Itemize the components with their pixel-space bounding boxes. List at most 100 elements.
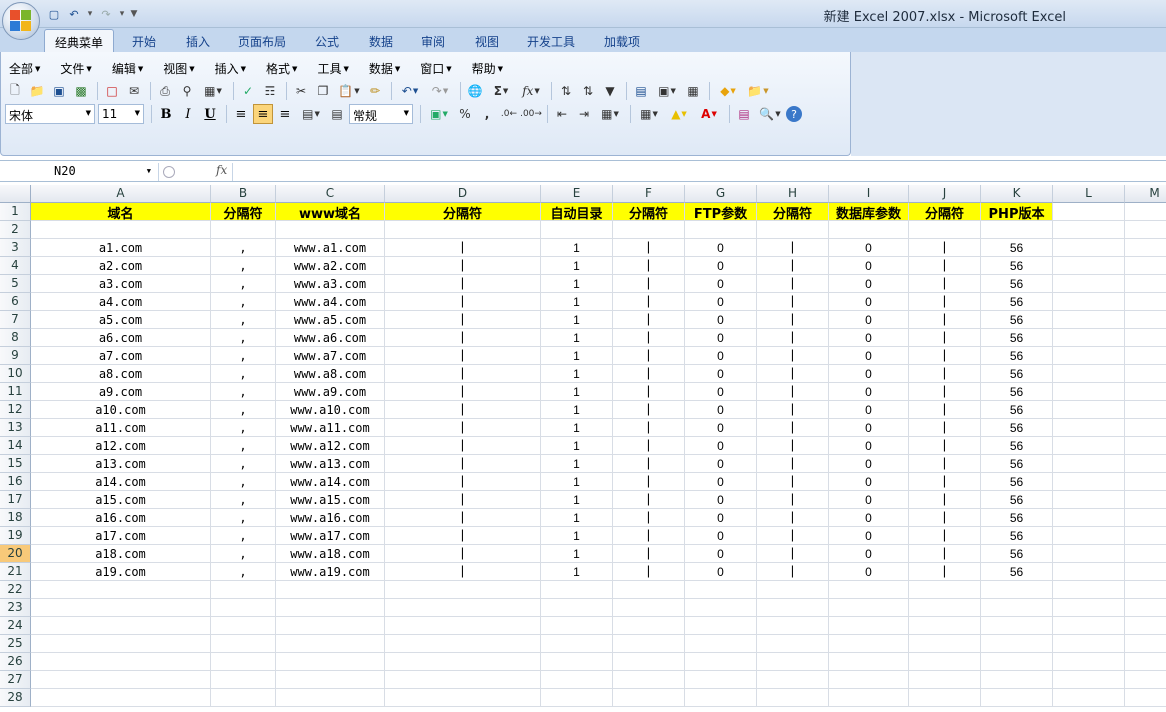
row-header-23[interactable]: 23	[0, 599, 31, 617]
grid-cell[interactable]: |	[909, 383, 981, 401]
grid-cell[interactable]: |	[385, 383, 541, 401]
grid-cell[interactable]: |	[757, 473, 829, 491]
grid-cell[interactable]	[1053, 563, 1125, 581]
grid-cell[interactable]	[981, 671, 1053, 689]
grid-cell[interactable]: a17.com	[31, 527, 211, 545]
grid-cell[interactable]: |	[909, 491, 981, 509]
header-cell[interactable]: 分隔符	[909, 203, 981, 221]
sort-descending-icon[interactable]: ⇅	[578, 81, 598, 101]
grid-cell[interactable]: |	[385, 275, 541, 293]
grid-cell[interactable]	[1125, 419, 1166, 437]
tab-review[interactable]: 审阅	[411, 29, 455, 52]
new-file-icon[interactable]: 🗋	[5, 81, 25, 101]
formula-input[interactable]	[232, 163, 1162, 181]
menu-insert[interactable]: 插入 ▼	[215, 57, 246, 79]
tab-insert[interactable]: 插入	[176, 29, 220, 52]
grid-cell[interactable]: |	[909, 293, 981, 311]
grid-cell[interactable]: 0	[829, 365, 909, 383]
open-folder-icon[interactable]: 📁	[27, 81, 47, 101]
grid-cell[interactable]: www.a18.com	[276, 545, 385, 563]
italic-button[interactable]: I	[178, 104, 198, 124]
grid-cell[interactable]: |	[385, 311, 541, 329]
row-header-24[interactable]: 24	[0, 617, 31, 635]
grid-cell[interactable]: www.a10.com	[276, 401, 385, 419]
column-header-h[interactable]: H	[757, 185, 829, 203]
row-header-20[interactable]: 20	[0, 545, 31, 563]
grid-cell[interactable]	[276, 671, 385, 689]
grid-cell[interactable]	[385, 635, 541, 653]
cell-styles-icon[interactable]: ▦ ▼	[596, 104, 624, 124]
column-header-b[interactable]: B	[211, 185, 276, 203]
row-header-14[interactable]: 14	[0, 437, 31, 455]
grid-cell[interactable]: 0	[829, 563, 909, 581]
grid-cell[interactable]: a5.com	[31, 311, 211, 329]
grid-cell[interactable]	[1125, 401, 1166, 419]
spelling-icon[interactable]: ✓	[238, 81, 258, 101]
grid-cell[interactable]	[1125, 239, 1166, 257]
grid-cell[interactable]	[829, 653, 909, 671]
grid-cell[interactable]: 56	[981, 311, 1053, 329]
grid-cell[interactable]	[829, 221, 909, 239]
grid-cell[interactable]	[276, 617, 385, 635]
grid-cell[interactable]: |	[613, 509, 685, 527]
grid-cell[interactable]: 0	[829, 437, 909, 455]
grid-cell[interactable]	[685, 617, 757, 635]
grid-cell[interactable]	[1125, 383, 1166, 401]
tab-add-ins[interactable]: 加载项	[594, 29, 650, 52]
grid-cell[interactable]	[685, 689, 757, 707]
grid-cell[interactable]: 0	[685, 329, 757, 347]
grid-cell[interactable]	[1053, 473, 1125, 491]
column-header-g[interactable]: G	[685, 185, 757, 203]
grid-cell[interactable]	[613, 617, 685, 635]
expand-circle-icon[interactable]	[163, 166, 175, 178]
grid-cell[interactable]: |	[909, 347, 981, 365]
grid-cell[interactable]: 0	[829, 275, 909, 293]
redo-dropdown-icon[interactable]: ▾	[118, 9, 126, 19]
grid-cell[interactable]: www.a19.com	[276, 563, 385, 581]
grid-cell[interactable]	[1053, 599, 1125, 617]
grid-cell[interactable]: a19.com	[31, 563, 211, 581]
grid-cell[interactable]	[685, 581, 757, 599]
grid-cell[interactable]	[1125, 563, 1166, 581]
table-style-icon[interactable]: ▤	[734, 104, 754, 124]
grid-cell[interactable]	[541, 599, 613, 617]
grid-cell[interactable]: ,	[211, 455, 276, 473]
grid-cell[interactable]: 0	[829, 329, 909, 347]
row-header-15[interactable]: 15	[0, 455, 31, 473]
grid-cell[interactable]	[1125, 617, 1166, 635]
grid-cell[interactable]	[1053, 671, 1125, 689]
grid-cell[interactable]: 0	[685, 293, 757, 311]
grid-cell[interactable]	[613, 221, 685, 239]
column-header-m[interactable]: M	[1125, 185, 1166, 203]
grid-cell[interactable]	[1125, 437, 1166, 455]
grid-cell[interactable]	[31, 635, 211, 653]
grid-cell[interactable]: www.a12.com	[276, 437, 385, 455]
grid-cell[interactable]	[541, 689, 613, 707]
grid-cell[interactable]: |	[909, 329, 981, 347]
grid-cell[interactable]: 56	[981, 437, 1053, 455]
grid-cell[interactable]	[685, 653, 757, 671]
customize-qat-icon[interactable]: ▼	[130, 9, 138, 19]
font-color-icon[interactable]: A ▼	[695, 104, 723, 124]
grid-cell[interactable]: a10.com	[31, 401, 211, 419]
grid-cell[interactable]	[276, 599, 385, 617]
grid-cell[interactable]: 56	[981, 329, 1053, 347]
grid-cell[interactable]: |	[613, 527, 685, 545]
grid-cell[interactable]: a3.com	[31, 275, 211, 293]
grid-cell[interactable]: www.a7.com	[276, 347, 385, 365]
grid-cell[interactable]	[31, 599, 211, 617]
header-cell[interactable]: 数据库参数	[829, 203, 909, 221]
office-button[interactable]	[2, 2, 40, 40]
grid-cell[interactable]	[1125, 329, 1166, 347]
grid-cell[interactable]: |	[385, 347, 541, 365]
row-header-21[interactable]: 21	[0, 563, 31, 581]
grid-cell[interactable]	[1053, 311, 1125, 329]
grid-cell[interactable]: a12.com	[31, 437, 211, 455]
borders-icon[interactable]: ▦ ▼	[635, 104, 663, 124]
column-header-e[interactable]: E	[541, 185, 613, 203]
menu-window[interactable]: 窗口 ▼	[420, 57, 451, 79]
grid-cell[interactable]	[909, 671, 981, 689]
grid-cell[interactable]	[1053, 653, 1125, 671]
grid-cell[interactable]: |	[385, 329, 541, 347]
select-all-corner[interactable]	[0, 185, 31, 203]
